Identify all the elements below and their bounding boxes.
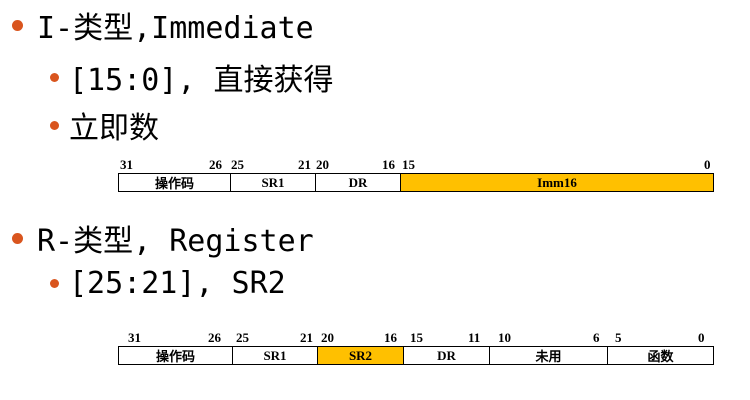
i-format-diagram: 31 26 25 21 20 16 15 0 操作码 SR1 DR Imm16	[118, 157, 714, 192]
i-format-fields: 操作码 SR1 DR Imm16	[118, 173, 714, 192]
field-sr1: SR1	[231, 174, 316, 191]
bullet-i-type: I-类型,Immediate	[12, 3, 314, 47]
field-opcode: 操作码	[119, 174, 231, 191]
bit-label: 26	[209, 157, 222, 172]
r-format-bit-labels: 31 26 25 21 20 16 15 11 10 6 5 0	[118, 330, 714, 346]
bit-label: 25	[231, 157, 244, 172]
bit-label: 6	[593, 330, 600, 345]
i-sub2-text: 立即数	[69, 111, 159, 146]
bullet-dot	[12, 19, 23, 31]
bit-label: 5	[615, 330, 622, 345]
r-type-heading: R-类型, Register	[37, 224, 314, 259]
bullet-i-sub2: 立即数	[50, 103, 159, 147]
bit-label: 31	[120, 157, 133, 172]
field-sr2: SR2	[318, 347, 404, 364]
i-format-bit-labels: 31 26 25 21 20 16 15 0	[118, 157, 714, 173]
field-unused: 未用	[490, 347, 608, 364]
bit-label: 10	[498, 330, 511, 345]
r-format-fields: 操作码 SR1 SR2 DR 未用 函数	[118, 346, 714, 365]
field-imm16: Imm16	[401, 174, 713, 191]
bit-label: 15	[402, 157, 415, 172]
bit-label: 0	[698, 330, 705, 345]
field-funct: 函数	[647, 349, 674, 364]
field-opcode: 操作码	[119, 347, 233, 364]
field-sr1: SR1	[233, 347, 318, 364]
bullet-r-type: R-类型, Register	[12, 216, 314, 260]
bullet-dot	[50, 279, 59, 288]
bit-label: 16	[382, 157, 395, 172]
r-format-diagram: 31 26 25 21 20 16 15 11 10 6 5 0 操作码 SR1…	[118, 330, 714, 365]
bit-label: 20	[316, 157, 329, 172]
bit-label: 25	[236, 330, 249, 345]
bit-label: 0	[704, 157, 711, 172]
bullet-i-sub1: [15:0], 直接获得	[50, 55, 334, 99]
bit-label: 21	[300, 330, 313, 345]
bit-label: 31	[128, 330, 141, 345]
bit-label: 20	[321, 330, 334, 345]
bit-label: 21	[298, 157, 311, 172]
bullet-dot	[50, 120, 59, 130]
bit-label: 15	[410, 330, 423, 345]
field-dr: DR	[316, 174, 401, 191]
i-type-heading: I-类型,Immediate	[37, 11, 314, 46]
bullet-dot	[12, 232, 23, 244]
bit-label: 26	[208, 330, 221, 345]
field-dr: DR	[404, 347, 490, 364]
bullet-r-sub1: [25:21], SR2	[50, 266, 286, 301]
bullet-dot	[50, 72, 59, 82]
i-sub1-text: [15:0], 直接获得	[69, 63, 334, 98]
r-sub1-text: [25:21], SR2	[69, 266, 286, 301]
bit-label: 11	[468, 330, 481, 345]
bit-label: 16	[384, 330, 397, 345]
